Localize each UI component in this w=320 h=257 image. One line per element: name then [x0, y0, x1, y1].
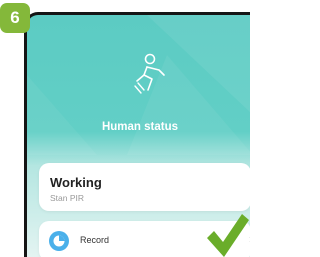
running-person-icon	[134, 53, 165, 94]
status-card: Working Stan PIR	[39, 163, 250, 211]
human-status-title: Human status	[101, 121, 179, 133]
step-badge: 6	[0, 3, 30, 33]
record-icon	[49, 231, 69, 251]
chevron-right-icon: ›	[249, 232, 250, 246]
record-label: Record	[80, 235, 110, 245]
status-subtitle: Stan PIR	[50, 193, 85, 203]
status-value: Working	[50, 175, 102, 190]
checkmark-icon	[207, 214, 249, 257]
